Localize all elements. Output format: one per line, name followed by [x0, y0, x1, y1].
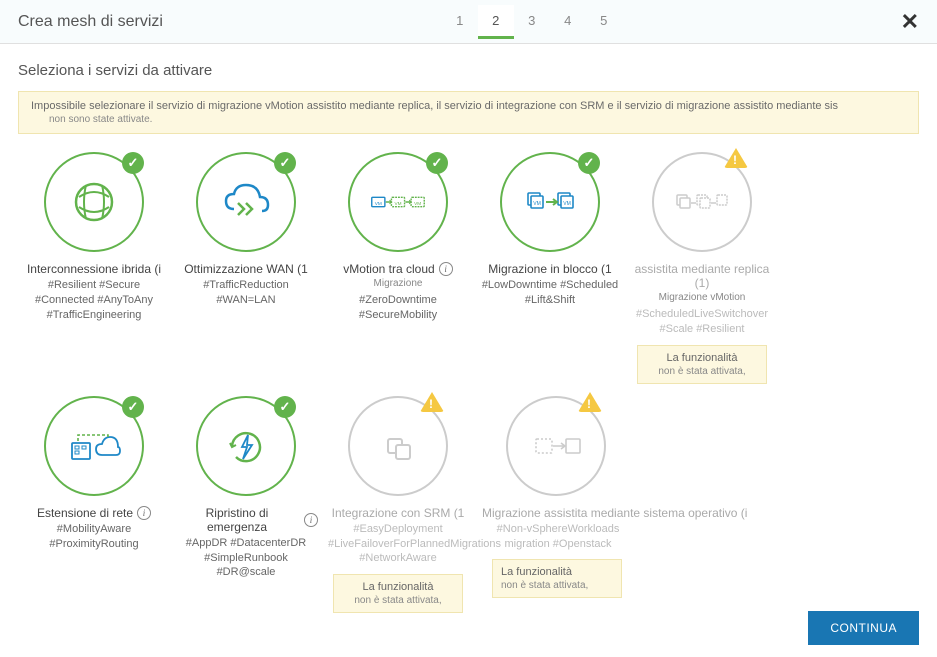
- card-title: Migrazione assistita mediante sistema op…: [478, 506, 770, 520]
- feature-warning-sub: non è stata attivata,: [342, 595, 454, 606]
- check-badge-icon: [274, 152, 296, 174]
- card-circle-bulk[interactable]: VM VM: [500, 152, 600, 252]
- card-tags: #MobilityAware #ProximityRouting: [22, 522, 166, 552]
- vm-chain-icon: VM VM VM: [368, 177, 428, 227]
- warning-badge-icon: [724, 148, 748, 168]
- card-circle-osassist: [506, 396, 606, 496]
- card-interconnect: Interconnessione ibrida (i #Resilient #S…: [18, 152, 170, 384]
- card-tags: #ZeroDowntime #SecureMobility: [326, 293, 470, 323]
- feature-warning-title: La funzionalità: [342, 581, 454, 593]
- globe-icon: [64, 177, 124, 227]
- check-badge-icon: [578, 152, 600, 174]
- svg-text:VM: VM: [394, 201, 401, 206]
- cloud-arrows-icon: [216, 177, 276, 227]
- card-tags: #TrafficReduction #WAN=LAN: [174, 278, 318, 308]
- feature-warning: La funzionalità non è stata attivata,: [637, 345, 767, 384]
- card-tags: #Resilient #Secure #Connected #AnyToAny …: [22, 278, 166, 323]
- recovery-bolt-icon: [216, 421, 276, 471]
- card-title: Ottimizzazione WAN (1: [174, 262, 318, 276]
- stacks-arrow-icon: VM VM: [520, 177, 580, 227]
- wizard-header: Crea mesh di servizi 1 2 3 4 5 ✕: [0, 0, 937, 44]
- check-badge-icon: [426, 152, 448, 174]
- warning-badge-icon: [578, 392, 602, 412]
- card-tags: #AppDR #DatacenterDR #SimpleRunbook #DR@…: [174, 536, 318, 581]
- card-title: Interconnessione ibrida (i: [22, 262, 166, 276]
- wizard-title: Crea mesh di servizi: [18, 13, 163, 31]
- stacks-chain-icon: [672, 177, 732, 227]
- card-dr: Ripristino di emergenza i #AppDR #Datace…: [170, 396, 322, 614]
- card-subtitle: Migrazione: [326, 278, 470, 289]
- feature-warning-sub: non è stata attivata,: [646, 366, 758, 377]
- content-area: Seleziona i servizi da attivare Impossib…: [0, 44, 937, 631]
- card-circle-dr[interactable]: [196, 396, 296, 496]
- svg-text:VM: VM: [533, 201, 541, 207]
- card-title: Migrazione in blocco (1: [478, 262, 622, 276]
- feature-warning-sub: non è stata attivata,: [501, 580, 613, 591]
- info-icon[interactable]: i: [137, 506, 151, 520]
- card-subtitle: Migrazione vMotion: [630, 292, 774, 303]
- datacenter-cloud-icon: [64, 421, 124, 471]
- card-tags: #LowDowntime #Scheduled #Lift&Shift: [478, 278, 622, 308]
- check-badge-icon: [274, 396, 296, 418]
- card-tags: #Non-vSphereWorkloads migration #Opensta…: [478, 522, 638, 552]
- feature-warning-title: La funzionalità: [501, 566, 613, 578]
- close-icon[interactable]: ✕: [901, 11, 919, 33]
- check-badge-icon: [122, 152, 144, 174]
- vm-to-box-icon: [526, 421, 586, 471]
- card-tags: #EasyDeployment #LiveFailoverForPlannedM…: [326, 522, 470, 567]
- card-circle-srm: [348, 396, 448, 496]
- card-circle-wan[interactable]: [196, 152, 296, 252]
- card-osassist: Migrazione assistita mediante sistema op…: [474, 396, 774, 614]
- card-circle-vmotion[interactable]: VM VM VM: [348, 152, 448, 252]
- info-icon[interactable]: i: [304, 513, 318, 527]
- section-title: Seleziona i servizi da attivare: [18, 62, 919, 79]
- feature-warning-title: La funzionalità: [646, 352, 758, 364]
- card-replica: assistita mediante replica (1) Migrazion…: [626, 152, 778, 384]
- card-title: Ripristino di emergenza i: [174, 506, 318, 534]
- step-5[interactable]: 5: [586, 5, 622, 39]
- card-bulk: VM VM Migrazione in blocco (1 #LowDownti…: [474, 152, 626, 384]
- blocks-icon: [368, 421, 428, 471]
- step-2[interactable]: 2: [478, 5, 514, 39]
- alert-subtext: non sono state attivate.: [31, 114, 906, 125]
- card-circle-interconnect[interactable]: [44, 152, 144, 252]
- info-icon[interactable]: i: [439, 262, 453, 276]
- svg-text:VM: VM: [375, 201, 382, 206]
- card-netext: Estensione di rete i #MobilityAware #Pro…: [18, 396, 170, 614]
- card-title: assistita mediante replica (1): [630, 262, 774, 290]
- check-badge-icon: [122, 396, 144, 418]
- warning-badge-icon: [420, 392, 444, 412]
- service-cards: Interconnessione ibrida (i #Resilient #S…: [18, 152, 919, 613]
- step-3[interactable]: 3: [514, 5, 550, 39]
- step-1[interactable]: 1: [442, 5, 478, 39]
- svg-text:VM: VM: [563, 201, 571, 207]
- card-tags: #ScheduledLiveSwitchover #Scale #Resilie…: [630, 307, 774, 337]
- footer: CONTINUA: [808, 611, 919, 645]
- step-4[interactable]: 4: [550, 5, 586, 39]
- card-title: Integrazione con SRM (1: [326, 506, 470, 520]
- feature-warning: La funzionalità non è stata attivata,: [492, 559, 622, 598]
- feature-warning: La funzionalità non è stata attivata,: [333, 574, 463, 613]
- card-wan: Ottimizzazione WAN (1 #TrafficReduction …: [170, 152, 322, 384]
- svg-text:VM: VM: [414, 201, 421, 206]
- card-title: Estensione di rete i: [22, 506, 166, 520]
- continue-button[interactable]: CONTINUA: [808, 611, 919, 645]
- card-vmotion: VM VM VM vMotion tra cloud i Migrazione …: [322, 152, 474, 384]
- stepper: 1 2 3 4 5: [442, 5, 622, 39]
- alert-banner: Impossibile selezionare il servizio di m…: [18, 91, 919, 134]
- alert-text: Impossibile selezionare il servizio di m…: [31, 100, 906, 112]
- card-circle-replica: [652, 152, 752, 252]
- card-circle-netext[interactable]: [44, 396, 144, 496]
- card-title: vMotion tra cloud i: [326, 262, 470, 276]
- card-srm: Integrazione con SRM (1 #EasyDeployment …: [322, 396, 474, 614]
